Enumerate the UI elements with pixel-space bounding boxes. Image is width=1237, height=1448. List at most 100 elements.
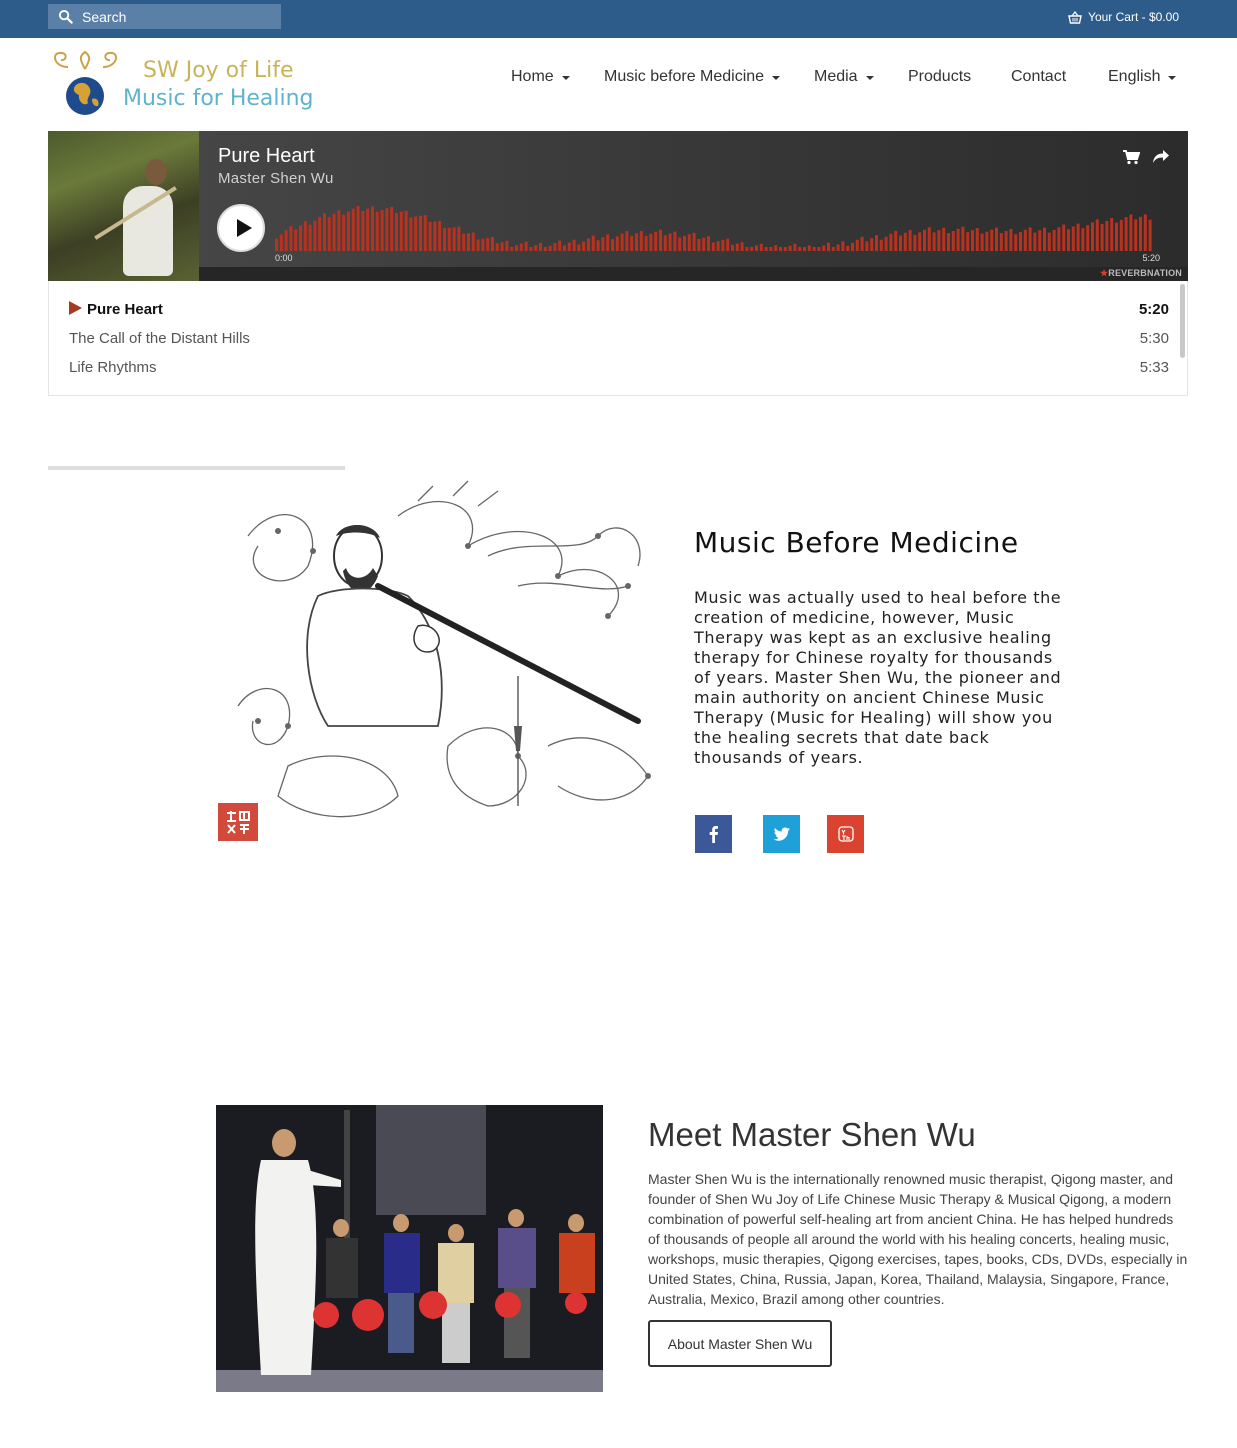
waveform-bar (548, 245, 552, 251)
waveform-bar (1057, 227, 1061, 251)
waveform-bar (913, 234, 917, 251)
search-box[interactable] (48, 4, 281, 29)
waveform-bar (1019, 232, 1022, 251)
waveform-bar (966, 232, 970, 251)
nav-media-label: Media (814, 68, 858, 85)
waveform-bar (558, 240, 562, 251)
waveform-bar (1043, 227, 1046, 251)
cart-link[interactable]: Your Cart - $0.00 (1068, 10, 1179, 24)
reverbnation-logo[interactable]: ★REVERBNATION (1100, 268, 1182, 279)
waveform-bar (481, 238, 485, 251)
waveform-bar (279, 234, 283, 251)
waveform-bar (721, 239, 725, 251)
youtube-button[interactable] (827, 815, 864, 853)
waveform-bar (1038, 230, 1042, 251)
playlist-item[interactable]: The Call of the Distant Hills 5:30 (69, 330, 1169, 347)
play-triangle-icon (69, 301, 82, 315)
waveform-bar (390, 206, 394, 251)
waveform-bar (289, 226, 293, 251)
waveform-bar (908, 230, 912, 251)
waveform-bar (884, 236, 888, 251)
nav-home[interactable]: Home (511, 68, 570, 86)
waveform-bar (351, 208, 355, 251)
nav-media[interactable]: Media (814, 68, 874, 86)
waveform-bar (543, 247, 547, 251)
facebook-button[interactable] (695, 815, 732, 853)
waveform-bar (841, 241, 845, 251)
waveform-bar (337, 210, 341, 251)
waveform-bar (635, 233, 638, 251)
waveform-bar (495, 243, 499, 251)
waveform[interactable] (275, 201, 1155, 251)
waveform-bar (644, 236, 648, 251)
waveform-bar (534, 245, 538, 251)
waveform-bar (711, 242, 715, 251)
nav-music-before-medicine[interactable]: Music before Medicine (604, 68, 781, 86)
waveform-bar (654, 231, 658, 251)
waveform-bar (587, 238, 590, 251)
waveform-bar (923, 229, 926, 251)
waveform-bar (803, 247, 806, 251)
nav-contact[interactable]: Contact (1011, 68, 1066, 86)
basket-icon (1068, 10, 1082, 24)
play-button[interactable] (217, 204, 265, 252)
flute-player-sketch (237, 480, 651, 818)
concert-photo (216, 1105, 603, 1392)
waveform-bar (1148, 219, 1152, 251)
waveform-bar (1081, 228, 1085, 251)
music-player: Pure Heart Master Shen Wu 0:00 5:20 ★REV… (48, 131, 1188, 281)
waveform-bar (471, 232, 475, 251)
waveform-bar (807, 245, 811, 251)
waveform-bar (375, 211, 379, 251)
section-divider (48, 466, 345, 470)
waveform-bar (510, 246, 514, 251)
playlist-item-duration: 5:33 (1139, 359, 1169, 376)
time-end: 5:20 (1142, 253, 1160, 263)
playlist-item[interactable]: Pure Heart 5:20 (69, 301, 1169, 318)
waveform-bar (356, 205, 360, 251)
nav-language[interactable]: English (1108, 68, 1177, 86)
about-master-button[interactable]: About Master Shen Wu (648, 1320, 832, 1367)
waveform-bar (1071, 226, 1075, 251)
waveform-bar (1028, 227, 1032, 251)
waveform-bar (361, 210, 365, 251)
waveform-bar (419, 215, 422, 251)
waveform-bar (1143, 214, 1147, 251)
cart-icon[interactable] (1122, 149, 1140, 165)
waveform-bar (822, 245, 826, 251)
waveform-bar (380, 210, 384, 251)
waveform-bar (539, 242, 542, 251)
waveform-bar (1047, 232, 1051, 251)
waveform-bar (947, 233, 950, 251)
twitter-button[interactable] (763, 815, 800, 853)
waveform-bar (942, 227, 946, 251)
waveform-bar (740, 242, 744, 251)
album-cover (48, 131, 199, 281)
cart-label: Your Cart - $0.00 (1088, 10, 1179, 24)
chevron-down-icon (865, 76, 874, 80)
waveform-bar (731, 244, 734, 251)
playlist-scrollbar[interactable] (1180, 284, 1185, 358)
waveform-bar (918, 232, 922, 251)
waveform-bar (630, 235, 634, 251)
waveform-bar (486, 237, 490, 251)
waveform-bar (831, 247, 835, 251)
chevron-down-icon (772, 76, 781, 80)
waveform-bar (366, 208, 370, 251)
waveform-bar (995, 227, 998, 251)
waveform-bar (303, 221, 307, 251)
waveform-bar (414, 216, 418, 251)
waveform-bar (683, 235, 686, 251)
waveform-bar (971, 230, 974, 251)
waveform-bar (975, 228, 979, 251)
waveform-bar (745, 247, 749, 251)
share-icon[interactable] (1152, 149, 1170, 165)
waveform-bar (524, 241, 528, 251)
nav-products[interactable]: Products (908, 68, 971, 86)
waveform-bar (889, 233, 893, 251)
search-input[interactable] (82, 8, 262, 25)
waveform-bar (692, 232, 696, 251)
playlist-item[interactable]: Life Rhythms 5:33 (69, 359, 1169, 376)
waveform-bar (894, 230, 898, 251)
twitter-icon (773, 827, 790, 841)
